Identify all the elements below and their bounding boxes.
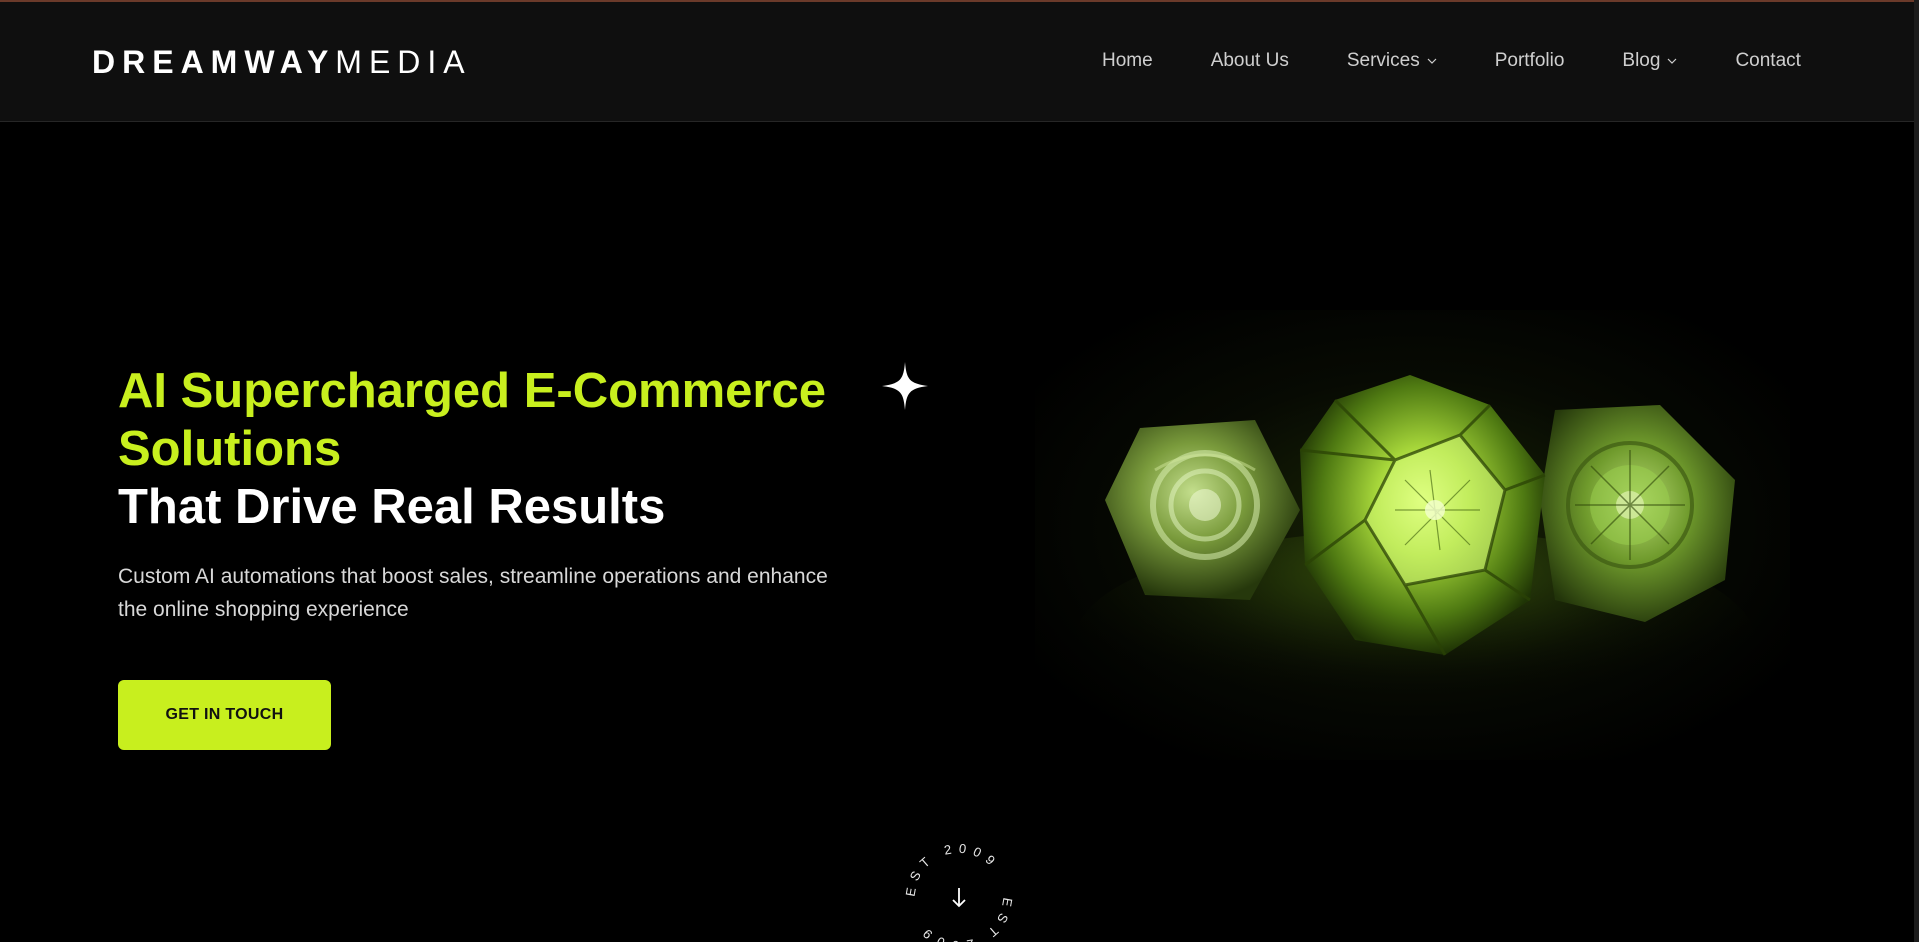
nav-item-services[interactable]: Services: [1347, 50, 1437, 72]
badge-text: EST 2009: [903, 841, 1003, 898]
brand-logo[interactable]: DREAMWAY MEDIA: [92, 44, 472, 80]
svg-text:EST 2009: EST 2009: [903, 841, 1003, 898]
four-point-star-icon: [882, 362, 928, 410]
badge-text: EST 2009: [915, 897, 1015, 942]
page: DREAMWAY MEDIA Home About Us Services Po…: [0, 0, 1919, 942]
subtext-line: Custom AI automations that boost sales, …: [118, 565, 828, 588]
hero-subtext: Custom AI automations that boost sales, …: [118, 560, 908, 626]
nav-item-label: Blog: [1622, 50, 1661, 71]
scrollbar-track[interactable]: [1914, 0, 1919, 942]
nav-item-label: About Us: [1210, 50, 1289, 71]
nav-item-blog[interactable]: Blog: [1622, 50, 1677, 72]
nav-item-label: Services: [1346, 50, 1420, 71]
logo-bold-text: DREAMWAY: [92, 43, 336, 80]
logo-light-text: MEDIA: [335, 43, 472, 80]
subtext-line: the online shopping experience: [118, 598, 409, 621]
nav-item-home[interactable]: Home: [1102, 50, 1153, 72]
hero-headline: AI Supercharged E-Commerce Solutions Tha…: [118, 362, 878, 536]
headline-accent-line: Solutions: [118, 422, 342, 476]
nav-item-label: Contact: [1735, 50, 1801, 71]
main-nav: Home About Us Services Portfolio Blog Co…: [1102, 48, 1801, 74]
est-2009-badge[interactable]: EST 2009 EST 2009: [900, 838, 1018, 942]
nav-item-contact[interactable]: Contact: [1735, 50, 1800, 72]
chevron-down-icon: [1668, 58, 1677, 64]
headline-white-line: That Drive Real Results: [118, 480, 666, 534]
nav-item-label: Home: [1102, 50, 1153, 71]
svg-text:EST 2009: EST 2009: [915, 897, 1015, 942]
glowing-polyhedra-image: [1035, 310, 1790, 760]
get-in-touch-button[interactable]: GET IN TOUCH: [118, 680, 331, 750]
nav-item-about-us[interactable]: About Us: [1211, 50, 1289, 72]
chevron-down-icon: [1427, 58, 1437, 64]
nav-item-portfolio[interactable]: Portfolio: [1495, 50, 1565, 72]
arrow-down-icon: [952, 888, 966, 908]
headline-accent-line: AI Supercharged E-Commerce: [118, 364, 826, 418]
site-header: DREAMWAY MEDIA Home About Us Services Po…: [0, 2, 1914, 122]
nav-item-label: Portfolio: [1494, 50, 1565, 71]
